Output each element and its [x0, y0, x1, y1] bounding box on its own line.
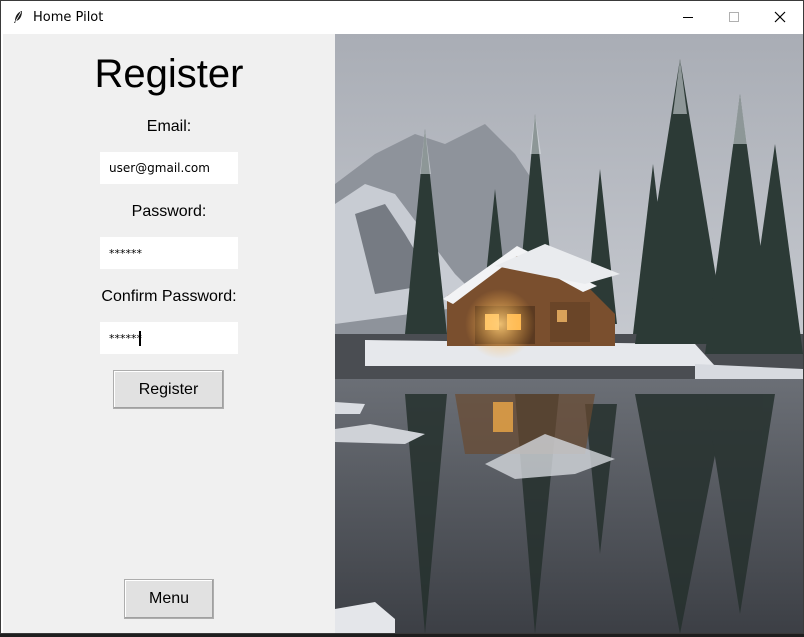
cabin-lake-photo	[335, 34, 803, 633]
confirm-password-field[interactable]	[100, 322, 238, 354]
maximize-button[interactable]	[711, 1, 757, 33]
feather-icon	[11, 10, 25, 24]
minimize-button[interactable]	[665, 1, 711, 33]
page-title: Register	[94, 52, 244, 96]
app-window: Home Pilot Register Email: user@gmail.co…	[0, 0, 804, 634]
menu-button[interactable]: Menu	[124, 579, 214, 619]
title-bar[interactable]: Home Pilot	[1, 1, 803, 33]
maximize-icon	[729, 12, 739, 22]
close-icon	[774, 11, 786, 23]
email-field[interactable]	[100, 152, 238, 184]
register-button[interactable]: Register	[113, 370, 224, 409]
minimize-icon	[683, 17, 693, 18]
password-label: Password:	[131, 203, 207, 220]
register-form-panel: Register Email: Password: Confirm Passwo…	[3, 34, 335, 633]
password-field[interactable]	[100, 237, 238, 269]
email-label: Email:	[146, 118, 192, 135]
text-caret	[139, 331, 141, 346]
close-button[interactable]	[757, 1, 803, 33]
confirm-password-label: Confirm Password:	[101, 288, 237, 305]
window-title: Home Pilot	[33, 9, 104, 25]
